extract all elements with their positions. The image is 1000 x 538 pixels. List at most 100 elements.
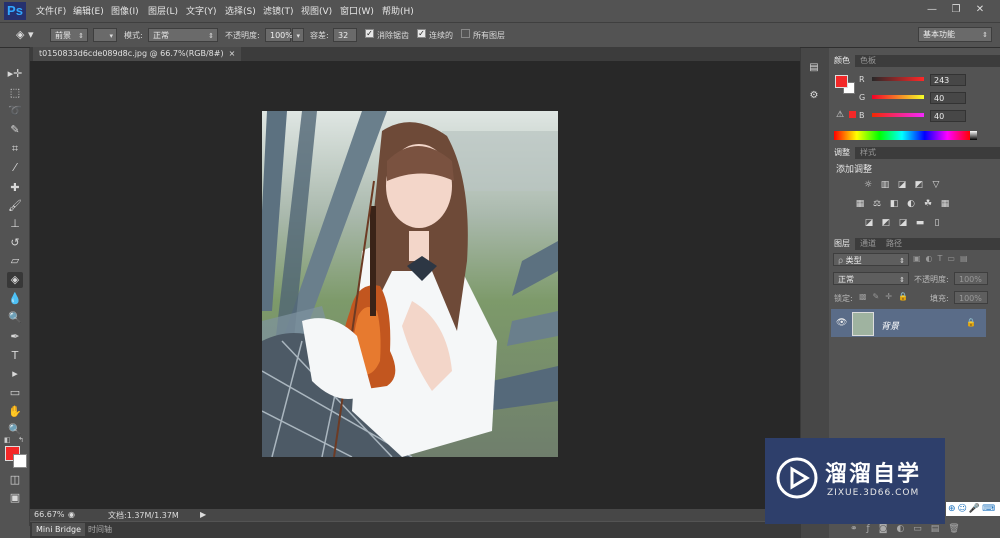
- path-select-tool-icon[interactable]: ▸: [7, 366, 23, 382]
- paint-bucket-tool-icon[interactable]: ◈: [7, 272, 23, 288]
- workspace-select[interactable]: 基本功能 ⇕: [918, 27, 992, 42]
- gradient-map-icon[interactable]: ▬: [914, 218, 926, 228]
- lock-icons[interactable]: ▩✎✛🔒: [859, 292, 914, 301]
- eyedropper-tool-icon[interactable]: ⁄: [7, 160, 23, 176]
- screen-mode-icon[interactable]: ▣: [7, 490, 23, 506]
- status-info-icon[interactable]: ◉: [68, 510, 75, 519]
- channel-g-value[interactable]: 40: [930, 92, 966, 104]
- panel-foreground-swatch[interactable]: [835, 75, 848, 88]
- ime-toolbar[interactable]: ⊕☺🎤⌨: [946, 502, 1000, 516]
- antialias-checkbox[interactable]: ✓: [365, 29, 374, 38]
- history-brush-tool-icon[interactable]: ↺: [7, 235, 23, 251]
- mode-select[interactable]: 正常 ⇕: [148, 28, 218, 42]
- vibrance-icon[interactable]: ▽: [930, 180, 942, 190]
- close-window-button[interactable]: ✕: [970, 2, 990, 17]
- eraser-tool-icon[interactable]: ▱: [7, 253, 23, 269]
- posterize-icon[interactable]: ◩: [880, 218, 892, 228]
- tab-swatches[interactable]: 色板: [855, 55, 881, 67]
- blend-mode-select[interactable]: 正常 ⇕: [833, 272, 909, 285]
- tab-timeline[interactable]: 时间轴: [84, 523, 116, 536]
- channel-b-value[interactable]: 40: [930, 110, 966, 122]
- all-layers-checkbox[interactable]: [461, 29, 470, 38]
- status-menu-arrow-icon[interactable]: ▶: [200, 510, 206, 519]
- contiguous-checkbox[interactable]: ✓: [417, 29, 426, 38]
- menu-view[interactable]: 视图(V): [301, 4, 332, 17]
- tab-styles[interactable]: 样式: [855, 147, 881, 159]
- move-tool-icon[interactable]: ▸✛: [7, 66, 23, 82]
- menu-file[interactable]: 文件(F): [36, 4, 66, 17]
- marquee-tool-icon[interactable]: ⬚: [7, 85, 23, 101]
- hand-tool-icon[interactable]: ✋: [7, 404, 23, 420]
- channel-r-value[interactable]: 243: [930, 74, 966, 86]
- zoom-level[interactable]: 66.67%: [34, 510, 65, 519]
- healing-brush-tool-icon[interactable]: ✚: [7, 180, 23, 196]
- channel-mixer-icon[interactable]: ☘: [922, 199, 934, 209]
- clone-stamp-tool-icon[interactable]: ⊥: [7, 216, 23, 232]
- color-spectrum-bar[interactable]: [834, 131, 970, 140]
- brush-tool-icon[interactable]: 🖌: [7, 198, 23, 214]
- document-image[interactable]: [262, 111, 558, 457]
- menu-window[interactable]: 窗口(W): [340, 4, 374, 17]
- black-white-ramp[interactable]: [970, 131, 977, 140]
- menu-edit[interactable]: 编辑(E): [73, 4, 104, 17]
- crop-tool-icon[interactable]: ⌗: [7, 141, 23, 157]
- tab-mini-bridge[interactable]: Mini Bridge: [32, 523, 86, 536]
- default-colors-icon[interactable]: ◧: [4, 436, 11, 444]
- dodge-tool-icon[interactable]: 🔍: [7, 310, 23, 326]
- levels-icon[interactable]: ▥: [879, 180, 891, 190]
- layer-opacity-input[interactable]: 100%: [954, 272, 988, 285]
- opacity-dropdown-button[interactable]: ▾: [292, 28, 304, 42]
- shape-tool-icon[interactable]: ▭: [7, 385, 23, 401]
- blur-tool-icon[interactable]: 💧: [7, 291, 23, 307]
- type-tool-icon[interactable]: T: [7, 348, 23, 364]
- layer-visibility-eye-icon[interactable]: 👁: [836, 318, 847, 328]
- opacity-input[interactable]: 100%: [265, 28, 293, 42]
- color-lookup-icon[interactable]: ▦: [939, 199, 951, 209]
- photo-filter-icon[interactable]: ◐: [905, 199, 917, 209]
- hue-saturation-icon[interactable]: ▦: [854, 199, 866, 209]
- tab-channels[interactable]: 通道: [855, 238, 881, 250]
- document-tab-close-icon[interactable]: ×: [229, 49, 236, 58]
- menu-help[interactable]: 帮助(H): [382, 4, 414, 17]
- quick-select-tool-icon[interactable]: ✎: [7, 122, 23, 138]
- threshold-icon[interactable]: ◪: [897, 218, 909, 228]
- document-tab[interactable]: t0150833d6cde089d8c.jpg @ 66.7%(RGB/8#) …: [33, 47, 242, 61]
- gamut-color-swatch[interactable]: [849, 111, 856, 118]
- color-balance-icon[interactable]: ⚖: [871, 199, 883, 209]
- layer-filter-select[interactable]: ρ 类型 ⇕: [833, 253, 909, 266]
- tab-adjustments[interactable]: 调整: [829, 147, 855, 159]
- tab-layers[interactable]: 图层: [829, 238, 855, 250]
- tab-color[interactable]: 颜色: [829, 55, 855, 67]
- restore-button[interactable]: ❐: [946, 2, 966, 17]
- tab-paths[interactable]: 路径: [881, 238, 907, 250]
- tolerance-input[interactable]: 32: [333, 28, 357, 42]
- layer-filter-icons[interactable]: ▣◐T▭▤: [913, 254, 973, 263]
- selective-color-icon[interactable]: ▯: [931, 218, 943, 228]
- channel-r-slider[interactable]: [872, 77, 924, 81]
- pattern-picker[interactable]: ▾: [93, 28, 117, 42]
- background-color-swatch[interactable]: [13, 454, 27, 468]
- exposure-icon[interactable]: ◩: [913, 180, 925, 190]
- lasso-tool-icon[interactable]: ➰: [7, 103, 23, 119]
- menu-layer[interactable]: 图层(L): [148, 4, 178, 17]
- brightness-contrast-icon[interactable]: ☼: [862, 180, 874, 190]
- paint-bucket-preset-icon[interactable]: ◈ ▾: [16, 27, 42, 43]
- invert-icon[interactable]: ◪: [863, 218, 875, 228]
- pen-tool-icon[interactable]: ✒: [7, 329, 23, 345]
- curves-icon[interactable]: ◪: [896, 180, 908, 190]
- layers-footer-icons[interactable]: ⚭ƒ◙◐▭▤🗑: [850, 524, 969, 534]
- channel-b-slider[interactable]: [872, 113, 924, 117]
- menu-select[interactable]: 选择(S): [225, 4, 256, 17]
- minimize-button[interactable]: —: [922, 2, 942, 17]
- properties-panel-icon[interactable]: ⚙: [806, 90, 822, 104]
- menu-filter[interactable]: 滤镜(T): [263, 4, 294, 17]
- menu-type[interactable]: 文字(Y): [186, 4, 217, 17]
- menu-image[interactable]: 图像(I): [111, 4, 139, 17]
- fill-source-select[interactable]: 前景 ⇕: [50, 28, 88, 42]
- layer-name[interactable]: 背景: [881, 319, 899, 332]
- history-panel-icon[interactable]: ▤: [806, 62, 822, 76]
- black-white-icon[interactable]: ◧: [888, 199, 900, 209]
- fill-input[interactable]: 100%: [954, 291, 988, 304]
- channel-g-slider[interactable]: [872, 95, 924, 99]
- quick-mask-icon[interactable]: ◫: [7, 472, 23, 488]
